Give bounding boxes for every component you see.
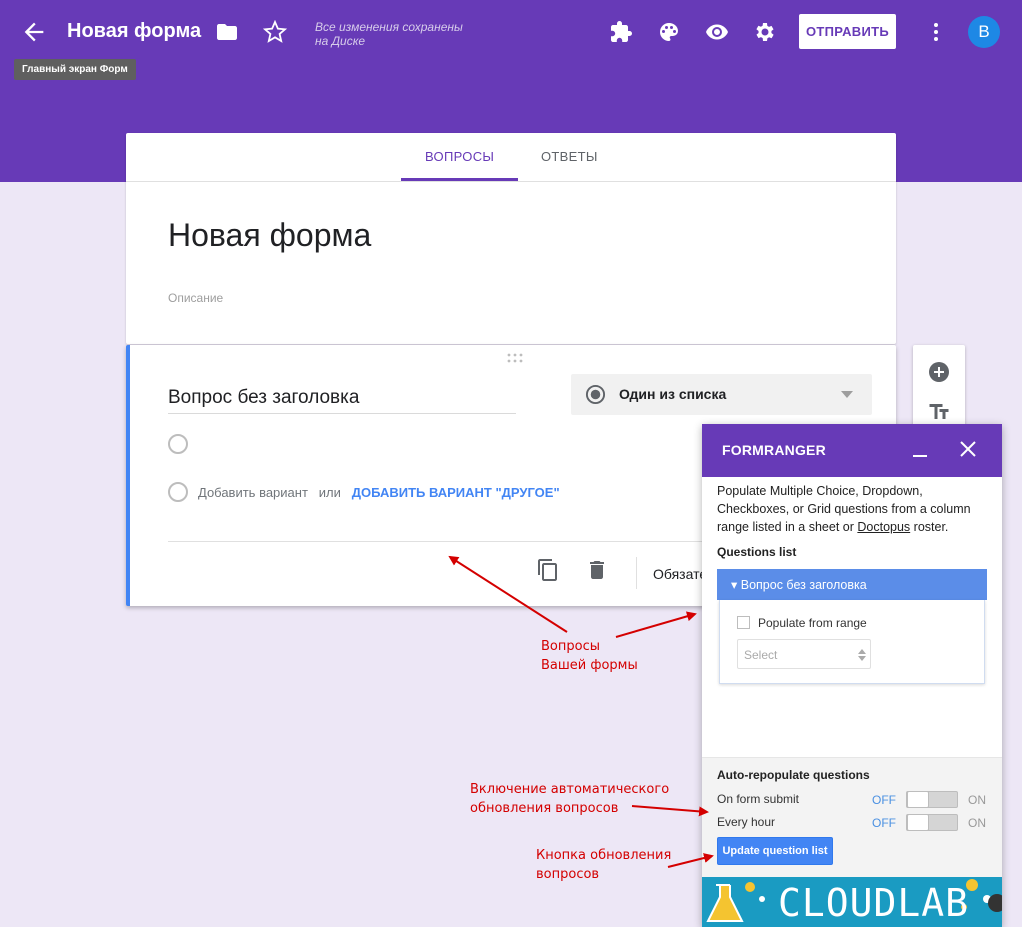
formranger-title: FORMRANGER <box>722 442 826 458</box>
tab-divider <box>126 181 896 182</box>
send-button[interactable]: ОТПРАВИТЬ <box>799 14 896 49</box>
question-type-label: Один из списка <box>619 386 727 402</box>
dropdown-caret-icon <box>841 391 853 398</box>
formranger-panel: FORMRANGER Populate Multiple Choice, Dro… <box>702 424 1002 927</box>
annotation-update-button: Кнопка обновления вопросов <box>536 848 672 882</box>
add-title-icon[interactable] <box>927 400 951 424</box>
toggle-off-label: OFF <box>872 816 896 830</box>
delete-trash-icon[interactable] <box>585 558 609 582</box>
range-select-placeholder: Select <box>744 648 778 662</box>
palette-icon[interactable] <box>657 20 681 44</box>
star-icon[interactable] <box>263 20 287 44</box>
minimize-icon[interactable] <box>910 440 930 460</box>
form-title[interactable]: Новая форма <box>67 20 201 43</box>
option-radio-icon <box>168 434 188 454</box>
auto-repopulate-section: Auto-repopulate questions On form submit… <box>702 757 1002 877</box>
every-hour-label: Every hour <box>717 815 776 829</box>
cloudlab-banner: CLOUDLAB <box>702 877 1002 927</box>
select-arrows-icon <box>858 649 866 661</box>
on-form-submit-label: On form submit <box>717 792 800 806</box>
side-toolbar <box>913 345 965 435</box>
question-accordion-body: Populate from range Select <box>719 600 985 684</box>
populate-checkbox[interactable] <box>737 616 750 629</box>
drag-handle-icon[interactable] <box>506 353 524 363</box>
question-type-select[interactable]: Один из списка <box>571 374 872 415</box>
or-text: или <box>318 485 341 500</box>
duplicate-icon[interactable] <box>536 558 560 582</box>
save-status: Все изменения сохранены на Диске <box>315 20 463 48</box>
annotation-questions: Вопросы Вашей формы <box>541 639 638 673</box>
toolbar-separator <box>636 557 637 589</box>
tab-questions[interactable]: ВОПРОСЫ <box>425 149 494 164</box>
option-radio-icon <box>168 482 188 502</box>
form-heading[interactable]: Новая форма <box>168 217 371 254</box>
doctopus-link[interactable]: Doctopus <box>857 520 910 534</box>
formranger-description: Populate Multiple Choice, Dropdown, Chec… <box>717 484 971 534</box>
toggle-on-label: ON <box>968 816 986 830</box>
close-icon[interactable] <box>957 438 979 460</box>
toggle-knob <box>907 814 929 831</box>
form-header-card: ВОПРОСЫ ОТВЕТЫ Новая форма Описание <box>126 133 896 344</box>
toggle-on-label: ON <box>968 793 986 807</box>
every-hour-toggle[interactable] <box>906 814 958 831</box>
question-accordion-header[interactable]: ▾ Вопрос без заголовка <box>717 569 987 600</box>
toggle-off-label: OFF <box>872 793 896 807</box>
populate-label: Populate from range <box>758 616 867 630</box>
tab-answers[interactable]: ОТВЕТЫ <box>541 149 598 164</box>
addon-puzzle-icon[interactable] <box>609 20 633 44</box>
settings-gear-icon[interactable] <box>753 20 777 44</box>
folder-icon[interactable] <box>215 20 239 44</box>
toggle-knob <box>907 791 929 808</box>
preview-eye-icon[interactable] <box>705 20 729 44</box>
back-arrow-icon[interactable] <box>20 18 48 46</box>
auto-repopulate-title: Auto-repopulate questions <box>717 768 870 782</box>
update-question-list-button[interactable]: Update question list <box>717 837 833 865</box>
question-title-input[interactable]: Вопрос без заголовка <box>168 387 516 414</box>
annotation-auto-update: Включение автоматического обновления воп… <box>470 782 670 816</box>
required-toggle-label[interactable]: Обязате <box>653 566 707 582</box>
questions-list-label: Questions list <box>717 545 797 559</box>
radio-checked-icon <box>585 384 606 405</box>
formranger-header: FORMRANGER <box>702 424 1002 477</box>
add-option-link[interactable]: Добавить вариант <box>198 485 308 500</box>
banner-text: CLOUDLAB <box>778 881 970 925</box>
add-question-icon[interactable] <box>927 360 951 384</box>
add-option-row: Добавить вариант или ДОБАВИТЬ ВАРИАНТ "Д… <box>198 485 560 500</box>
range-select[interactable]: Select <box>737 639 871 669</box>
add-other-option-link[interactable]: ДОБАВИТЬ ВАРИАНТ "ДРУГОЕ" <box>352 485 560 500</box>
form-description-input[interactable]: Описание <box>168 291 223 305</box>
on-form-submit-toggle[interactable] <box>906 791 958 808</box>
avatar[interactable]: В <box>968 16 1000 48</box>
more-vert-icon[interactable] <box>924 20 948 44</box>
tooltip: Главный экран Форм <box>14 59 136 80</box>
